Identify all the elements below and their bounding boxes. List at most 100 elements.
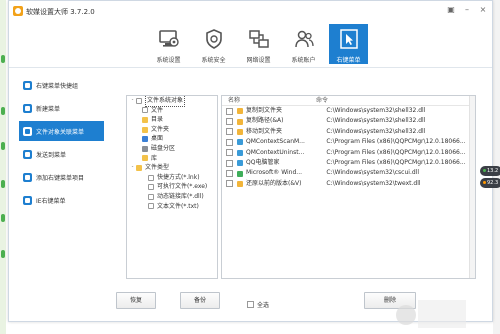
tree-node-icon (148, 193, 154, 200)
list-item[interactable]: QQ电脑管家 C:\Program Files (x86)\QQPCMgr\12.… (222, 158, 475, 168)
row-checkbox[interactable] (226, 128, 233, 136)
column-header-command[interactable]: 命令 (314, 96, 328, 105)
row-checkbox[interactable] (226, 149, 233, 157)
minimize-button[interactable]: – (460, 4, 474, 16)
list-item[interactable]: 移动到文件夹 C:\Windows\system32\shell32.dll (222, 127, 475, 137)
item-name: 还原以前的版本(&V) (246, 179, 302, 187)
select-all[interactable]: 全选 (247, 300, 269, 309)
menu-icon (23, 126, 32, 136)
tree-node-label: 文件夹 (151, 125, 170, 133)
menu-item-icon (237, 118, 243, 125)
tab-context-menu[interactable]: 右键菜单 (329, 24, 368, 64)
tree-node-icon (148, 184, 154, 191)
menu-icon (23, 149, 32, 159)
item-name: QMContextUninst... (246, 148, 305, 156)
tree-node[interactable]: 文本文件(*.txt) (127, 202, 217, 212)
tree-toggle-icon[interactable]: - (129, 163, 136, 173)
tree-node[interactable]: 文件 (127, 106, 217, 116)
tree-node[interactable]: 快捷方式(*.lnk) (127, 173, 217, 183)
item-command: C:\Program Files (x86)\QQPCMgr\12.0.1806… (326, 138, 466, 146)
list-item[interactable]: 复制到文件夹 C:\Windows\system32\shell32.dll (222, 106, 475, 116)
tab-network-settings[interactable]: 网络设置 (239, 24, 278, 64)
close-button[interactable]: × (476, 4, 490, 16)
tree-node[interactable]: - 文件类型 (127, 163, 217, 173)
tree-node[interactable]: 动态链接库(*.dll) (127, 192, 217, 202)
sidebar-item[interactable]: 文件对象关联菜单 (19, 121, 104, 141)
row-checkbox[interactable] (226, 170, 233, 178)
sidebar-item[interactable]: IE右键菜单 (19, 190, 104, 210)
tree-node[interactable]: 目录 (127, 115, 217, 125)
sidebar-item-label: IE右键菜单 (36, 197, 66, 205)
tree-node-icon (136, 97, 142, 104)
item-name: QMContextScanM... (246, 138, 305, 146)
tab-system-security[interactable]: 系统安全 (194, 24, 233, 64)
tree-node[interactable]: 可执行文件(*.exe) (127, 182, 217, 192)
sidebar-item[interactable]: 添加右键菜单项目 (19, 167, 104, 187)
item-name: QQ电脑管家 (246, 158, 280, 166)
menu-icon (23, 103, 32, 113)
item-command: C:\Windows\system32\cscui.dll (326, 169, 419, 177)
tree-node[interactable]: 库 (127, 154, 217, 164)
tree-node[interactable]: 桌面 (127, 134, 217, 144)
sidebar-item[interactable]: 右键菜单快捷组 (19, 75, 104, 95)
tree-node-label: 文件类型 (145, 164, 170, 172)
menu-item-icon (237, 180, 243, 187)
tree-node-label: 文件 (151, 106, 164, 114)
tab-label: 系统设置 (156, 57, 181, 64)
green-marker-icon (1, 180, 5, 188)
skin-icon[interactable]: ▣ (444, 4, 458, 16)
main-toolbar: 系统设置 系统安全 网络设置 系统账户 右键菜单 (149, 24, 374, 64)
list-item[interactable]: Microsoft® Wind... C:\Windows\system32\cs… (222, 168, 475, 178)
item-command: C:\Program Files (x86)\QQPCMgr\12.0.1806… (326, 158, 466, 166)
tree-node[interactable]: - 文件系统对象 (127, 96, 217, 107)
restore-button[interactable]: 恢复 (116, 292, 156, 309)
tab-label: 右键菜单 (336, 57, 361, 64)
column-header-name[interactable]: 名称 (222, 96, 314, 105)
tree-node[interactable]: 磁盘分区 (127, 144, 217, 154)
menu-icon (23, 80, 32, 90)
list-header: 名称 命令 (222, 96, 475, 106)
tab-system-settings[interactable]: 系统设置 (149, 24, 188, 64)
list-rows: 复制到文件夹 C:\Windows\system32\shell32.dll 复制路… (222, 106, 475, 189)
list-scrollbar[interactable] (469, 96, 475, 278)
tab-label: 网络设置 (246, 57, 271, 64)
tree-node[interactable]: 文件夹 (127, 125, 217, 135)
row-checkbox[interactable] (226, 138, 233, 146)
tree-node-label: 目录 (151, 116, 164, 124)
row-checkbox[interactable] (226, 118, 233, 126)
row-checkbox[interactable] (226, 107, 233, 115)
row-checkbox[interactable] (226, 159, 233, 167)
list-item[interactable]: QMContextScanM... C:\Program Files (x86)\… (222, 137, 475, 147)
backup-button[interactable]: 备份 (180, 292, 220, 309)
watermark-icon (396, 305, 416, 325)
menu-icon (23, 195, 32, 205)
row-checkbox[interactable] (226, 180, 233, 188)
tree-node-icon (142, 155, 148, 162)
object-tree[interactable]: - 文件系统对象 文件 目录 文件夹 桌面 磁盘分区库 - 文件类型 快捷方式(*.lnk) 可执行… (126, 95, 218, 279)
tab-system-accounts[interactable]: 系统账户 (284, 24, 323, 64)
sidebar-item-label: 添加右键菜单项目 (36, 174, 85, 182)
list-item[interactable]: 还原以前的版本(&V) C:\Windows\system32\twext.dll (222, 179, 475, 189)
select-all-checkbox[interactable] (247, 301, 254, 308)
watermark (418, 300, 466, 328)
tree-node-label: 磁盘分区 (151, 144, 176, 152)
sidebar-item[interactable]: 新建菜单 (19, 98, 104, 118)
sidebar-item-label: 发送到菜单 (36, 151, 67, 159)
menu-item-icon (237, 139, 243, 146)
tree-node-label: 动态链接库(*.dll) (157, 192, 204, 200)
app-screen: 软媒设置大师 3.7.2.0 ▣ – × 系统设置 系统安全 网络设置 系统账户… (0, 0, 500, 334)
menu-item-icon (237, 160, 243, 167)
tree-node-icon (142, 145, 148, 152)
monitor-gear-icon (158, 30, 179, 47)
floating-speed-widget[interactable]: 13.2 (480, 166, 500, 176)
network-icon (248, 30, 269, 48)
app-logo-icon (13, 6, 23, 16)
list-item[interactable]: 复制路径(&A) C:\Windows\system32\shell32.dll (222, 116, 475, 126)
tree-node-icon (142, 107, 148, 114)
menu-item-icon (237, 170, 243, 177)
tree-toggle-icon[interactable]: - (129, 96, 136, 106)
floating-speed-widget[interactable]: 92.3 (480, 178, 500, 188)
tree-node-icon (142, 116, 148, 123)
list-item[interactable]: QMContextUninst... C:\Program Files (x86)… (222, 148, 475, 158)
sidebar-item[interactable]: 发送到菜单 (19, 144, 104, 164)
